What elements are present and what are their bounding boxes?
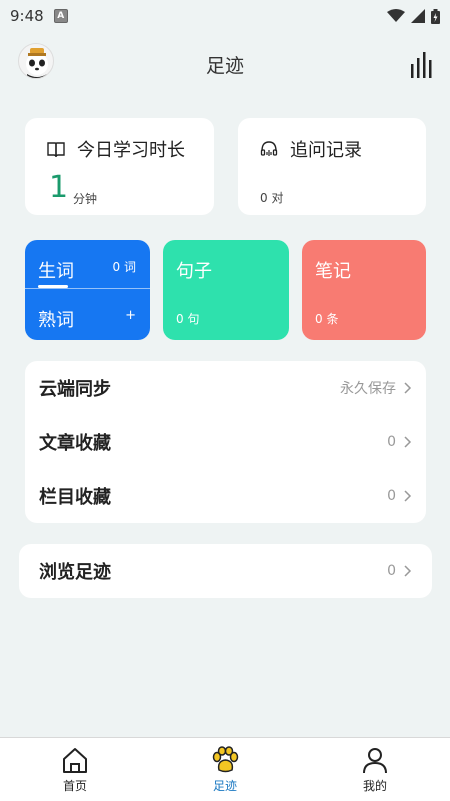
status-time: 9:48: [10, 7, 44, 25]
list-item-label: 栏目收藏: [39, 487, 111, 508]
chevron-right-icon: [404, 382, 412, 394]
paw-icon: [212, 746, 239, 773]
study-time-title-row: 今日学习时长: [47, 136, 185, 162]
list-item-label: 云端同步: [39, 379, 111, 400]
followup-record-card[interactable]: 追问记录 0 对: [238, 118, 426, 215]
page-title: 足迹: [205, 54, 244, 77]
panda-avatar-icon: [26, 48, 48, 78]
study-time-title: 今日学习时长: [77, 140, 185, 161]
study-time-value: 1: [49, 170, 69, 205]
list-item-value-group: 0: [387, 434, 412, 450]
tab-label: 我的: [362, 779, 387, 793]
book-icon: [47, 142, 65, 157]
battery-icon: [431, 8, 440, 24]
notes-label: 笔记: [315, 261, 351, 282]
new-words-tab[interactable]: 生词: [38, 257, 74, 283]
wifi-icon: [387, 9, 405, 22]
list-item-value: 永久保存: [340, 381, 396, 397]
home-icon: [63, 748, 87, 773]
signal-icon: [411, 9, 425, 23]
list-item-value: 0: [387, 488, 396, 504]
list-item-cloud-sync[interactable]: 云端同步 永久保存: [25, 361, 426, 415]
settings-list: 云端同步 永久保存 文章收藏 0 栏目收藏 0: [25, 361, 426, 523]
chevron-right-icon: [404, 436, 412, 448]
browse-history-label: 浏览足迹: [39, 562, 111, 583]
tab-label: 首页: [62, 779, 87, 793]
notification-icon: A: [53, 9, 68, 23]
followup-title-row: 追问记录: [260, 136, 362, 162]
bottom-tab-bar: 首页 足迹 我的: [0, 737, 450, 801]
list-item-value-group: 永久保存: [340, 378, 412, 398]
list-item-value-group: 0: [387, 488, 412, 504]
list-item-column-favorites[interactable]: 栏目收藏 0: [25, 469, 426, 523]
browse-history-row[interactable]: 浏览足迹 0: [19, 544, 432, 598]
followup-title: 追问记录: [290, 140, 362, 161]
header: 足迹: [0, 40, 450, 88]
list-item-label: 文章收藏: [39, 433, 111, 454]
tab-home[interactable]: 首页: [0, 738, 150, 801]
study-time-unit: 分钟: [73, 192, 98, 206]
status-icons: [387, 8, 440, 24]
tab-label: 足迹: [212, 779, 237, 793]
tab-footprints[interactable]: 足迹: [150, 738, 300, 801]
notes-tile[interactable]: 笔记 0 条: [302, 240, 426, 340]
bar-chart-icon: [411, 52, 432, 78]
vocabulary-tile: 生词 0 词 熟词 +: [25, 240, 150, 340]
chevron-right-icon: [404, 490, 412, 502]
browse-history-value: 0: [387, 563, 396, 579]
chevron-right-icon: [404, 565, 412, 577]
add-known-word-button[interactable]: +: [125, 308, 136, 323]
sentences-count: 0 句: [176, 312, 200, 326]
status-bar: 9:48 A: [0, 0, 450, 32]
known-words-tab[interactable]: 熟词: [38, 306, 74, 332]
list-item-article-favorites[interactable]: 文章收藏 0: [25, 415, 426, 469]
sentences-tile[interactable]: 句子 0 句: [163, 240, 289, 340]
new-words-count: 0 词: [112, 260, 136, 274]
list-item-value: 0: [387, 434, 396, 450]
browse-history-value-group: 0: [387, 563, 412, 579]
tab-profile[interactable]: 我的: [300, 738, 450, 801]
person-icon: [363, 748, 387, 774]
study-time-card[interactable]: 今日学习时长 1 分钟: [25, 118, 214, 215]
stats-button[interactable]: [410, 50, 434, 78]
notes-count: 0 条: [315, 312, 339, 326]
headset-icon: [260, 141, 278, 156]
tile-divider: [25, 288, 150, 289]
sentences-label: 句子: [176, 261, 212, 282]
followup-value: 0 对: [260, 191, 284, 205]
avatar[interactable]: [18, 43, 54, 79]
